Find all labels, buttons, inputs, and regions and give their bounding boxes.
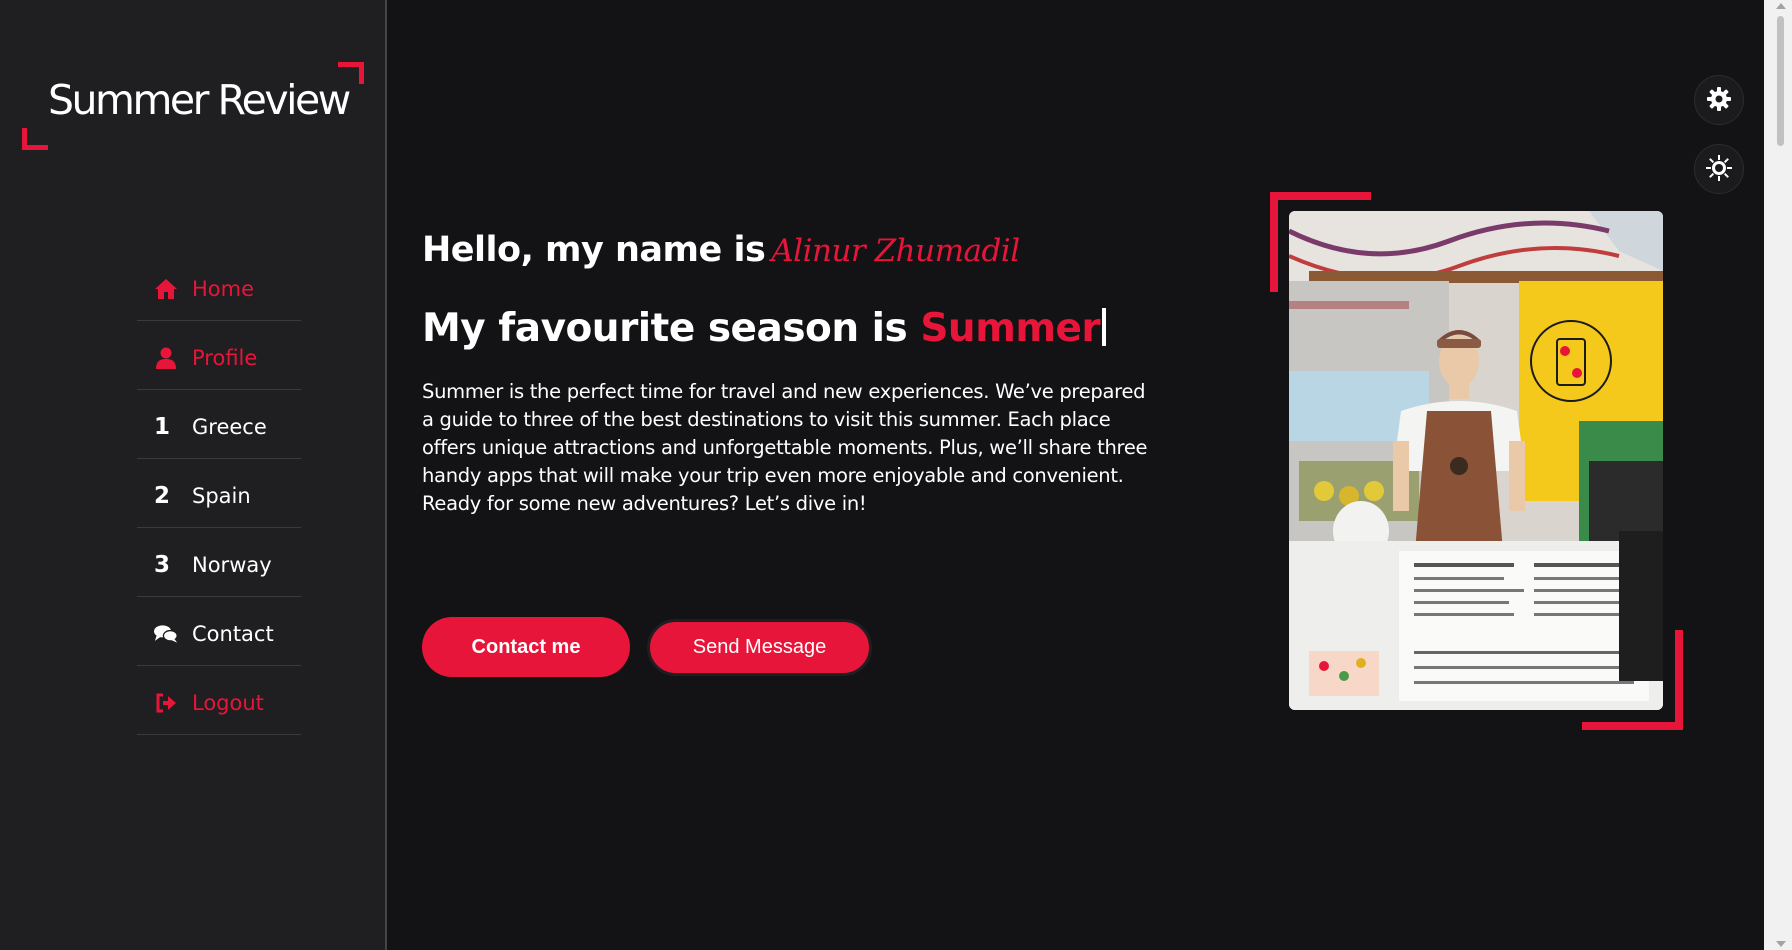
page: Summer Review Home Profile 1 Greece 2 Sp… <box>0 0 1792 950</box>
nav-label-greece: Greece <box>192 415 267 439</box>
hello-prefix: Hello, my name is <box>422 230 766 270</box>
nav-item-home[interactable]: Home <box>137 252 301 321</box>
settings-button[interactable] <box>1694 75 1744 125</box>
gear-icon <box>1706 86 1732 115</box>
nav-number-norway: 3 <box>154 552 171 578</box>
logo-corner-bottom-left <box>22 128 48 150</box>
typing-caret <box>1102 308 1107 346</box>
scrollbar-thumb[interactable] <box>1777 16 1784 146</box>
sidebar-nav: Home Profile 1 Greece 2 Spain 3 Norway C… <box>137 252 301 735</box>
logout-icon <box>154 691 178 715</box>
intro-paragraph: Summer is the perfect time for travel an… <box>422 380 1148 515</box>
home-icon <box>154 277 178 301</box>
author-name: Alinur Zhumadil <box>771 233 1020 269</box>
nav-label-logout: Logout <box>192 691 264 715</box>
logo-text: Summer Review <box>48 76 351 124</box>
nav-item-norway[interactable]: 3 Norway <box>137 528 301 597</box>
theme-toggle-button[interactable] <box>1694 144 1744 194</box>
send-message-button[interactable]: Send Message <box>647 619 872 676</box>
sidebar: Summer Review Home Profile 1 Greece 2 Sp… <box>0 0 387 950</box>
profile-photo <box>1289 211 1663 710</box>
nav-label-profile: Profile <box>192 346 258 370</box>
nav-item-contact[interactable]: Contact <box>137 597 301 666</box>
scrollbar[interactable] <box>1764 0 1792 950</box>
nav-item-spain[interactable]: 2 Spain <box>137 459 301 528</box>
nav-item-profile[interactable]: Profile <box>137 321 301 390</box>
nav-label-contact: Contact <box>192 622 274 646</box>
scroll-up-arrow[interactable] <box>1776 3 1786 9</box>
hello-heading: Hello, my name is Alinur Zhumadil <box>422 230 1020 270</box>
nav-item-greece[interactable]: 1 Greece <box>137 390 301 459</box>
nav-number-greece: 1 <box>154 414 171 440</box>
nav-label-spain: Spain <box>192 484 251 508</box>
season-prefix: My favourite season is <box>422 306 908 351</box>
profile-photo-frame <box>1270 192 1683 730</box>
scroll-down-arrow[interactable] <box>1776 941 1786 947</box>
nav-item-logout[interactable]: Logout <box>137 666 301 735</box>
chat-icon <box>154 622 178 646</box>
logo[interactable]: Summer Review <box>22 62 364 150</box>
nav-number-spain: 2 <box>154 483 171 509</box>
sun-icon <box>1706 154 1732 184</box>
season-heading: My favourite season is Summer <box>422 306 1107 351</box>
season-highlight: Summer <box>920 306 1101 351</box>
contact-me-button[interactable]: Contact me <box>422 617 630 677</box>
user-icon <box>154 346 178 370</box>
nav-label-norway: Norway <box>192 553 272 577</box>
nav-label-home: Home <box>192 277 255 301</box>
